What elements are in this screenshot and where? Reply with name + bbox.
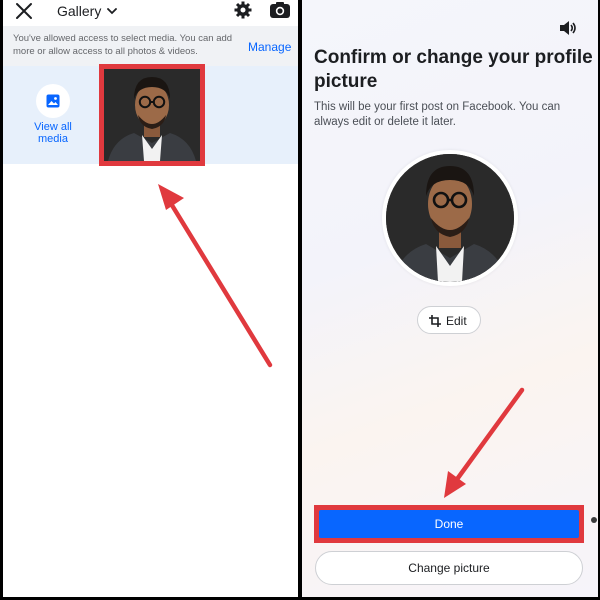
- crop-icon: [429, 315, 441, 327]
- edit-label: Edit: [446, 314, 467, 328]
- gallery-title[interactable]: Gallery: [57, 3, 101, 19]
- manage-link[interactable]: Manage: [248, 40, 291, 54]
- change-picture-button[interactable]: Change picture: [315, 551, 583, 585]
- access-notice: You've allowed access to select media. Y…: [3, 26, 298, 66]
- access-notice-text: You've allowed access to select media. Y…: [13, 33, 233, 57]
- gallery-empty-area: [3, 164, 298, 597]
- gallery-header: Gallery: [3, 0, 298, 26]
- profile-photo-image: [386, 154, 514, 282]
- page-subtitle: This will be your first post on Facebook…: [314, 101, 561, 128]
- avatar: [386, 154, 514, 282]
- confirm-profile-panel: Confirm or change your profile picture T…: [302, 0, 598, 597]
- scroll-indicator: [591, 517, 597, 523]
- gear-icon[interactable]: [234, 1, 252, 19]
- view-all-media-label: View all media: [34, 121, 72, 145]
- view-all-icon-circle: [36, 84, 70, 118]
- profile-picture-preview: [382, 150, 518, 286]
- profile-photo-image: [104, 69, 200, 161]
- selected-photo-thumbnail[interactable]: [99, 64, 205, 166]
- page-title: Confirm or change your profile picture: [314, 47, 593, 92]
- chevron-down-icon[interactable]: [107, 6, 117, 16]
- view-all-media-button[interactable]: View all media: [3, 66, 101, 164]
- edit-button[interactable]: Edit: [417, 306, 481, 334]
- image-icon: [46, 94, 60, 108]
- close-icon[interactable]: [15, 2, 33, 20]
- gallery-panel: Gallery You've allowed access to select …: [3, 0, 298, 597]
- camera-icon[interactable]: [269, 1, 291, 19]
- done-button-highlight: Done: [314, 505, 584, 543]
- done-button[interactable]: Done: [319, 510, 579, 538]
- sound-icon[interactable]: [558, 20, 578, 36]
